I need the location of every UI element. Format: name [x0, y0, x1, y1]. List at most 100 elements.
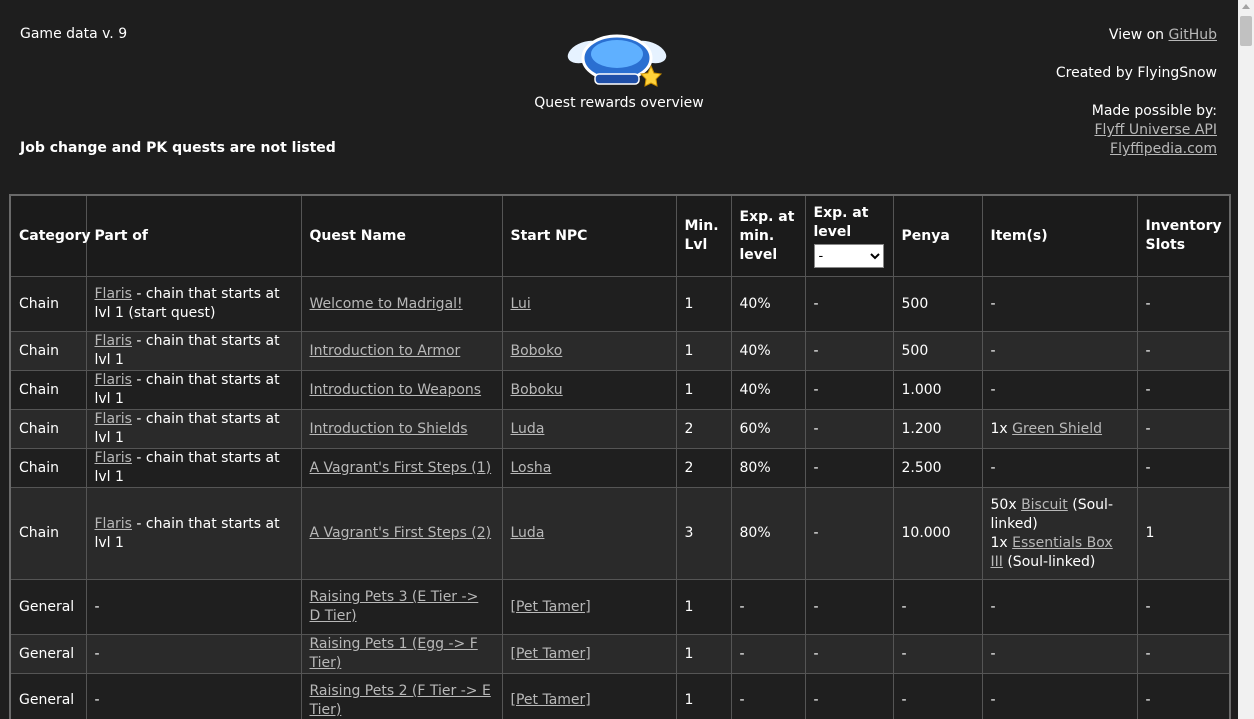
cell-exp-at: -	[804, 276, 894, 332]
flyff-universe-api-link[interactable]: Flyff Universe API	[1095, 122, 1218, 138]
penya-text: 1.200	[901, 420, 942, 437]
category-text: Chain	[19, 342, 59, 359]
item-entry: 1x Essentials Box III (Soul-linked)	[991, 534, 1129, 572]
col-header-category[interactable]: Category	[9, 194, 91, 277]
start-npc-link[interactable]: Lui	[511, 296, 531, 312]
min-lvl-text: 1	[684, 692, 694, 709]
table-row: General - Raising Pets 1 (Egg -> F Tier) [P…	[9, 634, 1231, 674]
part-of-link[interactable]: Flaris	[95, 286, 132, 302]
col-header-start-npc[interactable]: Start NPC	[501, 194, 677, 277]
created-by: Created by FlyingSnow	[1055, 65, 1217, 81]
item-suffix: (Soul-linked)	[1002, 553, 1096, 570]
items-text: -	[990, 459, 996, 476]
vertical-scrollbar[interactable]	[1238, 0, 1254, 719]
cell-items: -	[981, 579, 1138, 635]
flyffipedia-link[interactable]: Flyffipedia.com	[1110, 141, 1217, 157]
part-of-link[interactable]: Flaris	[95, 450, 132, 466]
cell-exp-min: 60%	[730, 409, 806, 449]
cell-part-of: -	[85, 673, 302, 719]
cell-start-npc: Lui	[501, 276, 677, 332]
part-of-link[interactable]: Flaris	[95, 516, 132, 532]
cell-items: -	[981, 370, 1138, 410]
part-of-link[interactable]: Flaris	[95, 333, 132, 349]
start-npc-link[interactable]: [Pet Tamer]	[511, 692, 591, 708]
cell-start-npc: [Pet Tamer]	[501, 673, 677, 719]
cell-penya: -	[892, 673, 983, 719]
part-of-link[interactable]: Flaris	[95, 372, 132, 388]
cell-penya: -	[892, 579, 983, 635]
exp-at-text: -	[813, 692, 819, 709]
scroll-up-arrow-icon[interactable]	[1242, 4, 1250, 9]
cell-category: General	[9, 579, 87, 635]
cell-min-lvl: 1	[675, 579, 732, 635]
view-on-line: View on GitHub	[1056, 26, 1217, 45]
cell-category: Chain	[9, 331, 87, 371]
quest-name-link[interactable]: A Vagrant's First Steps (1)	[310, 460, 492, 476]
col-header-part-of[interactable]: Part of	[85, 194, 302, 277]
cell-quest-name: Raising Pets 1 (Egg -> F Tier)	[300, 634, 503, 674]
start-npc-link[interactable]: [Pet Tamer]	[511, 646, 591, 662]
slots-text: -	[1145, 342, 1151, 359]
cell-items: -	[981, 331, 1138, 371]
cell-penya: 10.000	[892, 487, 983, 580]
col-header-items[interactable]: Item(s)	[981, 194, 1138, 277]
item-link[interactable]: Biscuit	[1021, 497, 1068, 513]
part-of-link[interactable]: Flaris	[95, 411, 132, 427]
col-header-inventory-slots[interactable]: Inventory Slots	[1136, 194, 1231, 277]
scroll-thumb[interactable]	[1240, 16, 1252, 46]
col-header-min-lvl[interactable]: Min. Lvl	[675, 194, 732, 277]
item-entry: 1x Green Shield	[991, 420, 1129, 439]
cell-inventory-slots: -	[1136, 370, 1231, 410]
level-select[interactable]: -	[813, 244, 884, 268]
col-header-quest-name[interactable]: Quest Name	[300, 194, 503, 277]
cell-exp-at: -	[804, 673, 894, 719]
start-npc-link[interactable]: Luda	[511, 421, 545, 437]
start-npc-link[interactable]: Boboku	[511, 382, 563, 398]
quest-name-link[interactable]: Introduction to Shields	[310, 421, 468, 437]
items-text: -	[990, 381, 996, 398]
quest-name-link[interactable]: Raising Pets 3 (E Tier -> D Tier)	[310, 589, 479, 624]
quest-rewards-table: Category Part of Quest Name Start NPC Mi…	[9, 194, 1231, 719]
cell-penya: 500	[892, 276, 983, 332]
cell-category: General	[9, 634, 87, 674]
quest-name-link[interactable]: Raising Pets 1 (Egg -> F Tier)	[310, 636, 478, 671]
cell-exp-min: 80%	[730, 487, 806, 580]
min-lvl-text: 3	[684, 525, 694, 541]
cell-quest-name: A Vagrant's First Steps (2)	[300, 487, 503, 580]
quest-name-link[interactable]: Introduction to Armor	[310, 343, 461, 359]
cell-exp-min: -	[730, 673, 806, 719]
penya-text: 10.000	[901, 525, 951, 541]
col-header-penya[interactable]: Penya	[892, 194, 983, 277]
cell-min-lvl: 1	[675, 673, 732, 719]
quest-table-container: Category Part of Quest Name Start NPC Mi…	[9, 194, 1231, 719]
cell-penya: 1.200	[892, 409, 983, 449]
github-link[interactable]: GitHub	[1168, 27, 1217, 43]
cell-category: General	[9, 673, 87, 719]
cell-inventory-slots: -	[1136, 276, 1231, 332]
cell-start-npc: Luda	[501, 409, 677, 449]
exp-min-text: 40%	[739, 342, 771, 359]
start-npc-link[interactable]: Luda	[511, 525, 545, 541]
cell-items: -	[981, 634, 1138, 674]
item-link[interactable]: Green Shield	[1012, 421, 1102, 437]
col-header-exp-min[interactable]: Exp. at min. level	[730, 194, 806, 277]
cell-quest-name: A Vagrant's First Steps (1)	[300, 448, 503, 488]
cell-start-npc: Luda	[501, 487, 677, 580]
penya-text: -	[901, 598, 907, 615]
items-text: -	[990, 692, 996, 709]
quest-name-link[interactable]: A Vagrant's First Steps (2)	[310, 525, 492, 541]
slots-text: -	[1145, 420, 1151, 437]
cell-items: -	[981, 276, 1138, 332]
cell-part-of: Flaris - chain that starts at lvl 1	[85, 331, 302, 371]
quest-table-body: Chain Flaris - chain that starts at lvl 1…	[9, 276, 1231, 719]
quest-name-link[interactable]: Raising Pets 2 (F Tier -> E Tier)	[310, 683, 491, 718]
penya-text: -	[901, 692, 907, 709]
start-npc-link[interactable]: Boboko	[511, 343, 563, 359]
quest-name-link[interactable]: Introduction to Weapons	[310, 382, 482, 398]
cell-exp-at: -	[804, 634, 894, 674]
cell-exp-at: -	[804, 579, 894, 635]
exp-min-text: 80%	[739, 459, 771, 476]
quest-name-link[interactable]: Welcome to Madrigal!	[310, 296, 463, 312]
start-npc-link[interactable]: [Pet Tamer]	[511, 599, 591, 615]
start-npc-link[interactable]: Losha	[511, 460, 552, 476]
